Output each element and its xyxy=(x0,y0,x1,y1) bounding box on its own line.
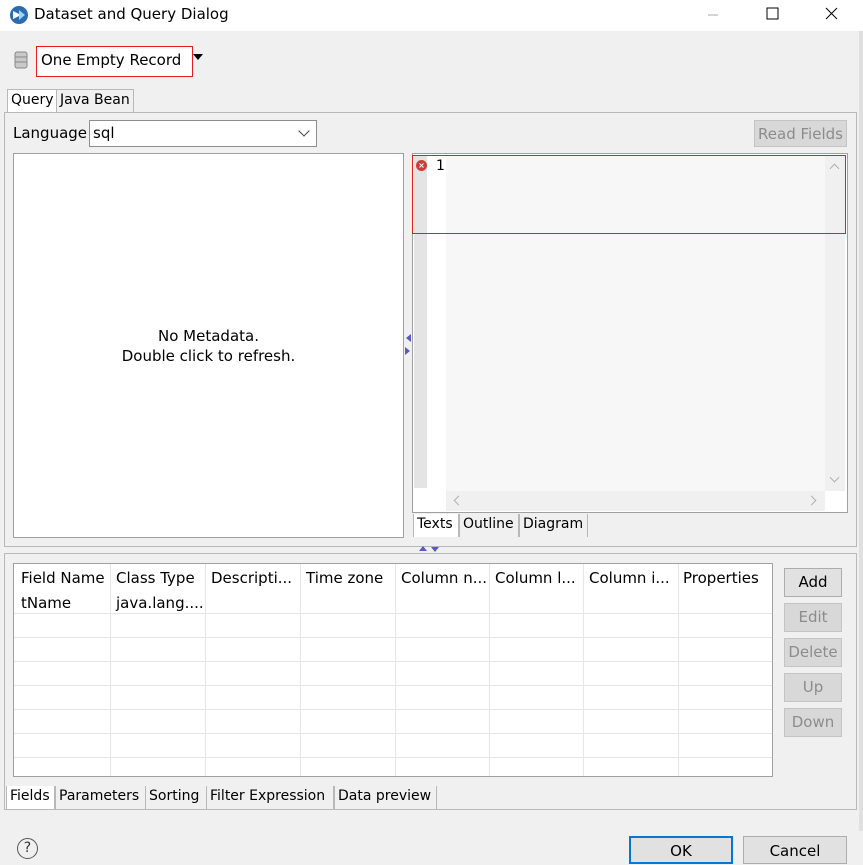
metadata-message: No Metadata. xyxy=(158,327,259,345)
read-fields-button[interactable]: Read Fields xyxy=(754,120,847,147)
close-icon xyxy=(825,7,838,20)
tab-label: Java Bean xyxy=(60,92,130,108)
row-divider xyxy=(14,709,772,710)
fields-table[interactable]: Field Name Class Type Descripti... Time … xyxy=(13,563,773,777)
tab-data-preview[interactable]: Data preview xyxy=(334,786,437,809)
tab-label: Filter Expression xyxy=(210,788,326,804)
horizontal-scrollbar[interactable] xyxy=(446,491,825,511)
tab-filter-expression[interactable]: Filter Expression xyxy=(206,786,334,809)
sash-toggle-icon[interactable] xyxy=(404,332,412,358)
up-label: Up xyxy=(802,678,824,696)
tab-label: Texts xyxy=(417,516,453,532)
scroll-right-icon[interactable] xyxy=(806,495,817,506)
column-header[interactable]: Column i... xyxy=(589,569,670,587)
tab-label: Diagram xyxy=(523,516,584,532)
column-header[interactable]: Column l... xyxy=(495,569,576,587)
app-logo-icon xyxy=(10,6,28,24)
tab-parameters[interactable]: Parameters xyxy=(55,786,146,809)
column-divider xyxy=(583,564,584,776)
delete-label: Delete xyxy=(788,643,838,661)
database-icon xyxy=(14,51,28,69)
column-divider xyxy=(395,564,396,776)
language-value: sql xyxy=(93,124,115,142)
tab-label: Sorting xyxy=(149,788,200,804)
cancel-label: Cancel xyxy=(769,842,821,860)
column-header[interactable]: Time zone xyxy=(306,569,383,587)
column-divider xyxy=(678,564,679,776)
tab-query[interactable]: Query xyxy=(7,89,57,113)
down-label: Down xyxy=(791,713,835,731)
down-button[interactable]: Down xyxy=(784,708,842,737)
tab-label: Outline xyxy=(463,516,514,532)
minimize-button[interactable] xyxy=(690,0,736,30)
column-header[interactable]: Class Type xyxy=(116,569,195,587)
title-bar: Dataset and Query Dialog xyxy=(0,0,863,31)
close-button[interactable] xyxy=(808,0,854,30)
tab-diagram[interactable]: Diagram xyxy=(519,514,588,537)
row-divider xyxy=(14,685,772,686)
table-cell[interactable]: java.lang.... xyxy=(116,594,204,612)
datasource-dropdown[interactable]: One Empty Record xyxy=(36,46,193,77)
tab-java-bean[interactable]: Java Bean xyxy=(56,89,134,112)
edit-button[interactable]: Edit xyxy=(784,603,842,632)
datasource-value: One Empty Record xyxy=(41,51,182,69)
scroll-left-icon[interactable] xyxy=(453,495,464,506)
tab-texts[interactable]: Texts xyxy=(413,514,459,537)
ok-label: OK xyxy=(670,842,692,860)
column-header[interactable]: Column n... xyxy=(401,569,487,587)
column-header[interactable]: Descripti... xyxy=(211,569,292,587)
tab-label: Fields xyxy=(10,788,50,804)
add-button[interactable]: Add xyxy=(784,568,842,597)
metadata-tree[interactable]: No Metadata. Double click to refresh. xyxy=(13,153,404,538)
read-fields-label: Read Fields xyxy=(758,125,843,143)
column-divider xyxy=(489,564,490,776)
row-divider xyxy=(14,637,772,638)
window-edge xyxy=(859,31,863,831)
language-label: Language xyxy=(13,124,88,142)
maximize-icon xyxy=(766,7,779,20)
minimize-icon xyxy=(708,14,718,16)
dropdown-arrow-icon[interactable] xyxy=(193,54,203,60)
metadata-hint: Double click to refresh. xyxy=(121,347,296,365)
scroll-down-icon[interactable] xyxy=(829,472,840,483)
table-cell[interactable]: tName xyxy=(21,594,71,612)
highlight-box xyxy=(412,155,846,234)
tab-label: Data preview xyxy=(338,788,432,804)
row-divider xyxy=(14,733,772,734)
maximize-button[interactable] xyxy=(749,0,795,30)
row-divider xyxy=(14,757,772,758)
tab-label: Parameters xyxy=(59,788,140,804)
language-select[interactable]: sql xyxy=(89,120,317,147)
column-divider xyxy=(110,564,111,776)
tab-outline[interactable]: Outline xyxy=(459,514,519,537)
row-divider xyxy=(14,613,772,614)
help-glyph: ? xyxy=(23,840,32,856)
help-icon[interactable]: ? xyxy=(17,838,38,859)
column-header[interactable]: Field Name xyxy=(21,569,105,587)
sash-expand-icon[interactable] xyxy=(417,545,443,553)
row-divider xyxy=(14,661,772,662)
tab-label: Query xyxy=(11,92,54,108)
add-label: Add xyxy=(798,573,828,591)
window-title: Dataset and Query Dialog xyxy=(34,5,229,23)
column-header[interactable]: Properties xyxy=(683,569,759,587)
ok-button[interactable]: OK xyxy=(629,836,733,864)
tab-sorting[interactable]: Sorting xyxy=(145,786,207,809)
up-button[interactable]: Up xyxy=(784,673,842,702)
cancel-button[interactable]: Cancel xyxy=(743,836,847,864)
delete-button[interactable]: Delete xyxy=(784,638,842,667)
column-divider xyxy=(205,564,206,776)
edit-label: Edit xyxy=(798,608,828,626)
tab-fields[interactable]: Fields xyxy=(6,786,55,809)
column-divider xyxy=(300,564,301,776)
